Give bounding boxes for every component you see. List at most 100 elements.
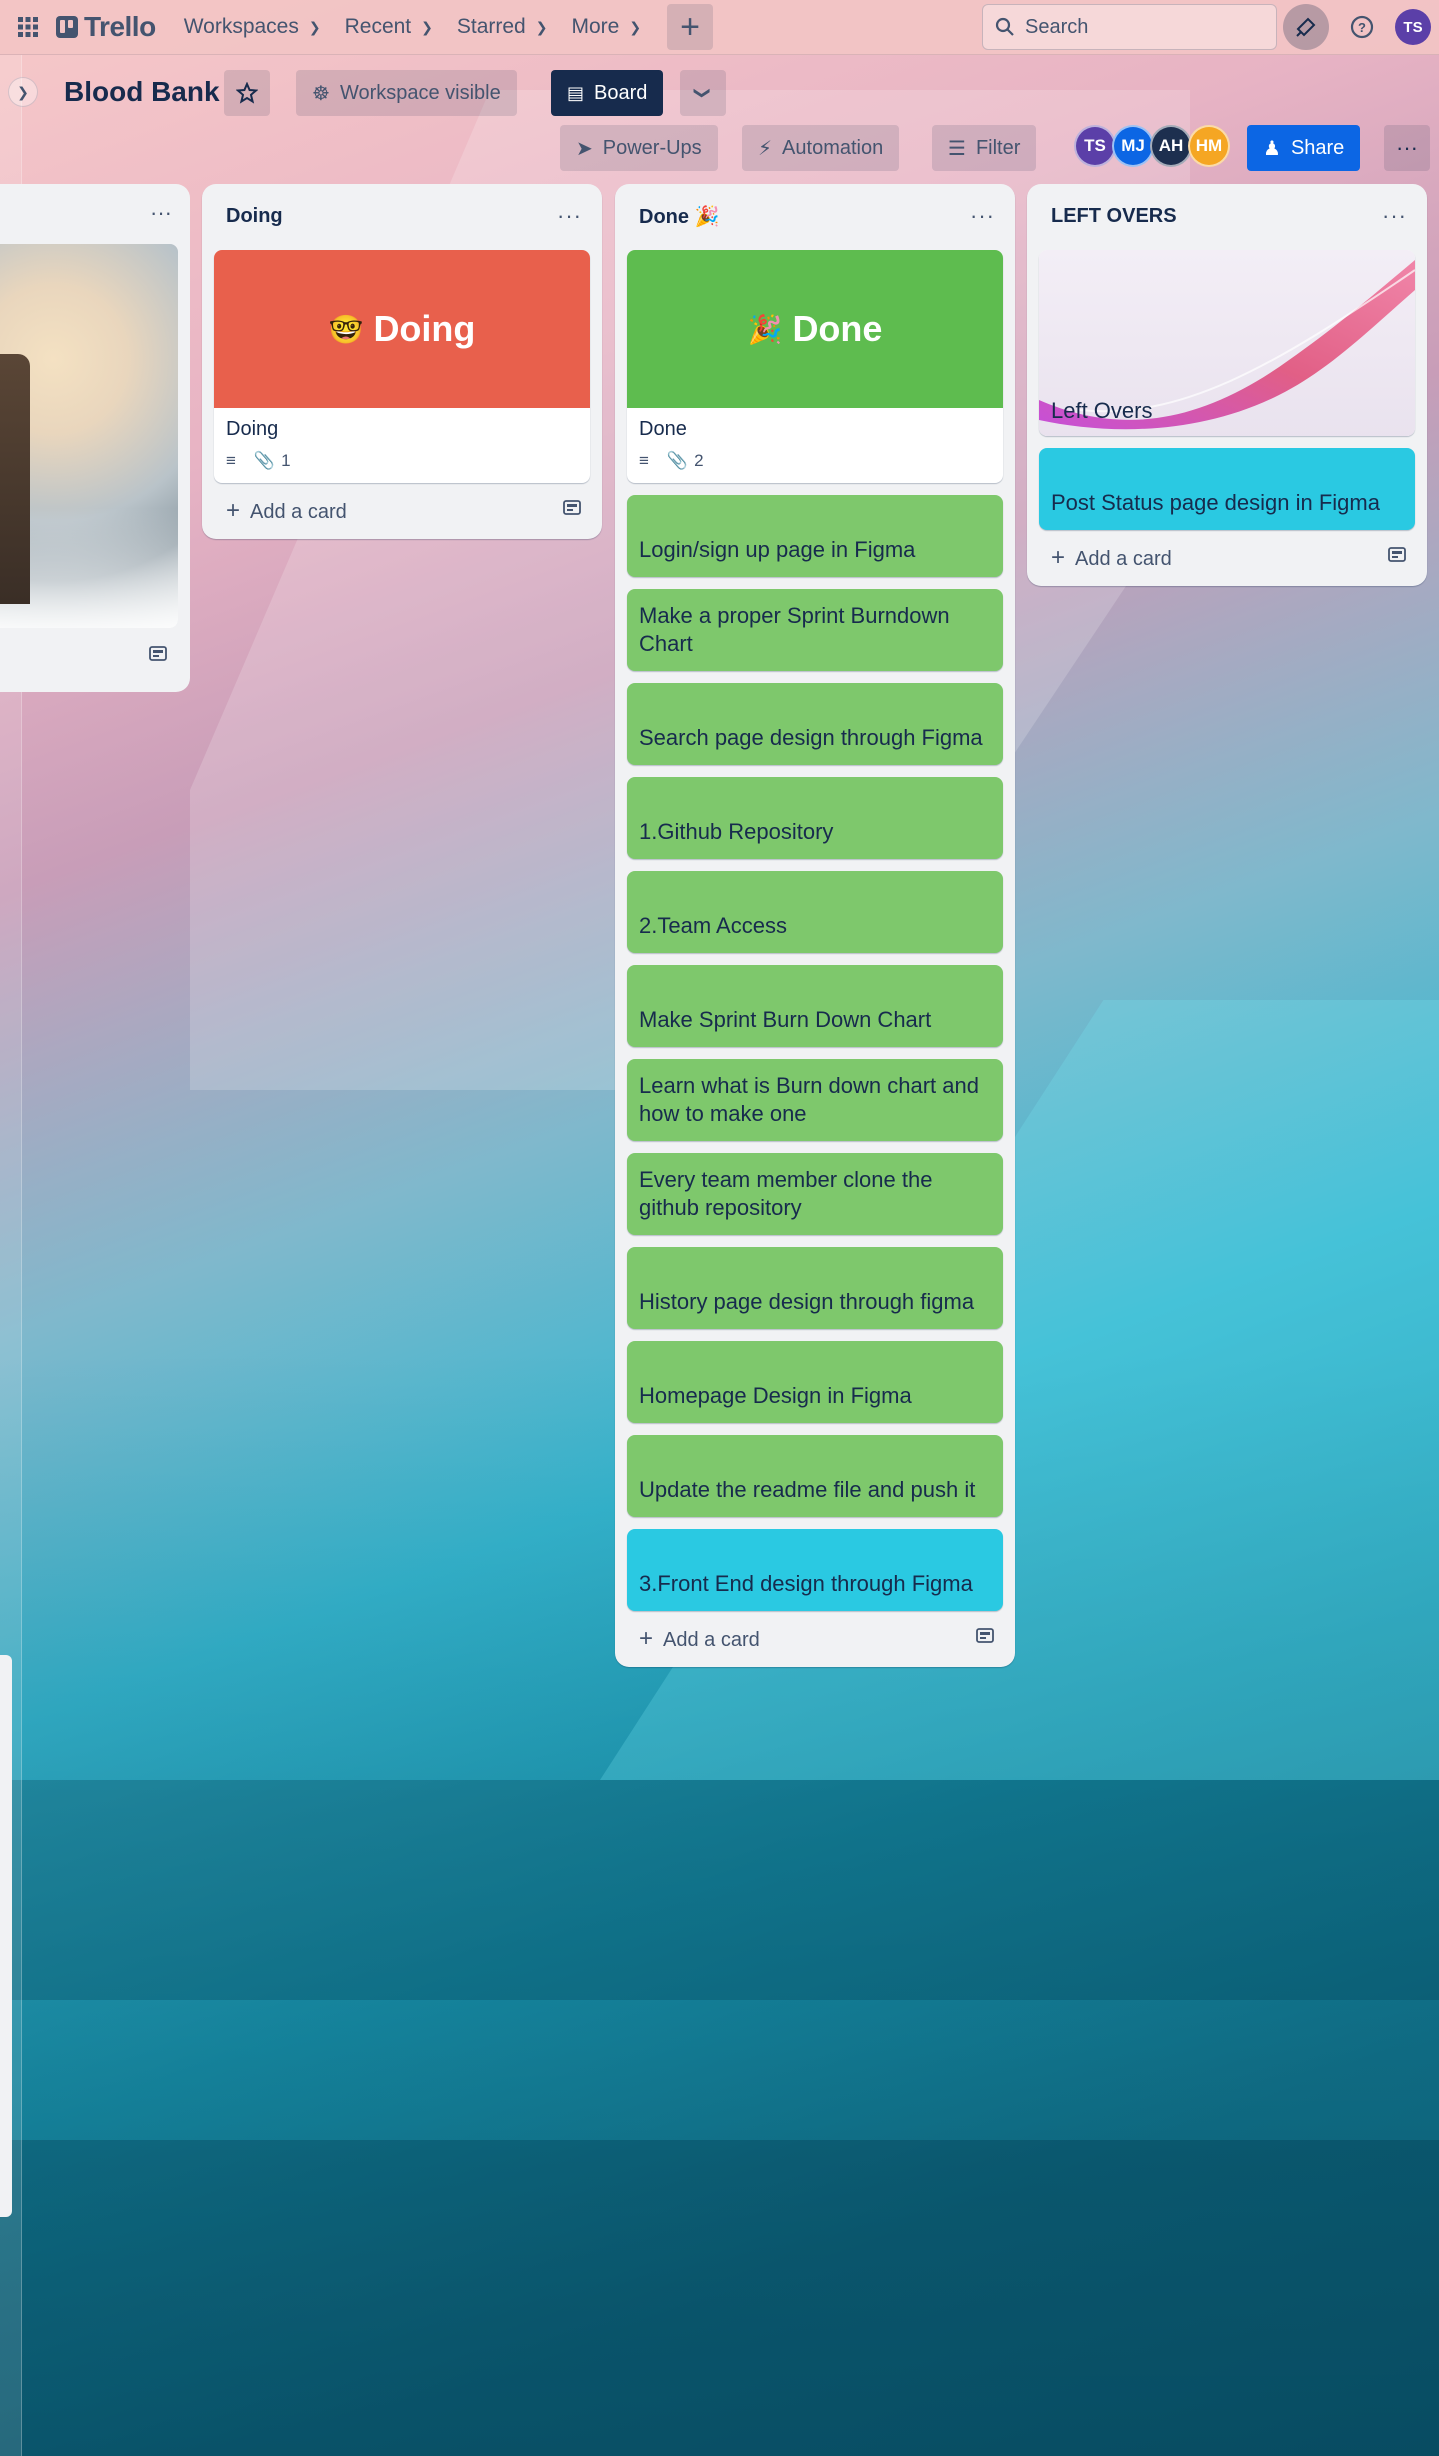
card-title: Update the readme file and push it bbox=[639, 1477, 976, 1503]
list-menu-icon[interactable]: ··· bbox=[150, 200, 172, 226]
create-button[interactable]: + bbox=[667, 4, 714, 50]
filter-label: Filter bbox=[975, 136, 1021, 159]
filter-icon: ☰ bbox=[948, 137, 966, 160]
card[interactable]: Every team member clone the github repos… bbox=[627, 1153, 1003, 1235]
description-icon: ≡ bbox=[639, 451, 649, 470]
chevron-right-icon: ❯ bbox=[17, 83, 29, 100]
list-title[interactable]: Doing bbox=[226, 205, 283, 228]
list-menu-icon[interactable]: ··· bbox=[970, 203, 995, 229]
add-card-button[interactable]: + Add a card bbox=[639, 1625, 760, 1653]
list-header[interactable]: Done 🎉 ··· bbox=[627, 194, 1003, 238]
paperclip-icon: 📎 bbox=[253, 451, 276, 470]
board-icon: ▤ bbox=[567, 82, 585, 103]
app-switcher-icon[interactable] bbox=[12, 11, 44, 43]
card-title: 2.Team Access bbox=[639, 913, 787, 939]
member-avatar[interactable]: AH bbox=[1150, 125, 1192, 167]
card-title: Search page design through Figma bbox=[639, 725, 983, 751]
member-avatar[interactable]: TS bbox=[1074, 125, 1116, 167]
add-card-label: Add a card bbox=[663, 1629, 760, 1651]
board-menu-button[interactable]: ··· bbox=[1384, 125, 1430, 171]
recent-menu[interactable]: Recent ❯ bbox=[333, 7, 445, 47]
view-switcher-button[interactable]: ❯ bbox=[680, 70, 726, 116]
list-header[interactable]: Doing ··· bbox=[214, 194, 590, 238]
background-shape bbox=[0, 1780, 1439, 2000]
member-avatar[interactable]: HM bbox=[1188, 125, 1230, 167]
card[interactable]: Post Status page design in Figma bbox=[1039, 448, 1415, 530]
lightning-icon: ⚡ bbox=[758, 137, 773, 160]
user-avatar[interactable]: TS bbox=[1395, 9, 1431, 45]
card[interactable]: 🎉 Done Done ≡ 📎 2 bbox=[627, 250, 1003, 483]
card-title: Post Status page design in Figma bbox=[1051, 490, 1380, 516]
card-title: Login/sign up page in Figma bbox=[639, 537, 916, 563]
member-avatar[interactable]: MJ bbox=[1112, 125, 1154, 167]
card[interactable]: Search page design through Figma bbox=[627, 683, 1003, 765]
search-icon bbox=[995, 17, 1014, 36]
menu-label: Workspaces bbox=[183, 15, 299, 38]
template-icon[interactable] bbox=[975, 1626, 995, 1652]
star-board-button[interactable] bbox=[224, 70, 270, 116]
list-title[interactable]: Done 🎉 bbox=[639, 204, 719, 229]
list-menu-icon[interactable]: ··· bbox=[1382, 203, 1407, 229]
starred-menu[interactable]: Starred ❯ bbox=[445, 7, 560, 47]
list-partial: ··· bbox=[0, 184, 190, 692]
cover-emoji: 🎉 bbox=[747, 313, 783, 345]
search-input[interactable]: Search bbox=[982, 4, 1277, 50]
visibility-button[interactable]: ☸ Workspace visible bbox=[296, 70, 517, 116]
automation-button[interactable]: ⚡ Automation bbox=[742, 125, 900, 171]
search-placeholder: Search bbox=[1025, 15, 1089, 38]
chevron-down-icon: ❯ bbox=[308, 18, 321, 35]
card[interactable]: 1.Github Repository bbox=[627, 777, 1003, 859]
avatar-initials: HM bbox=[1195, 136, 1223, 155]
card[interactable]: Homepage Design in Figma bbox=[627, 1341, 1003, 1423]
list-doing: Doing ··· 🤓 Doing Doing ≡ 📎 1 + Add a card bbox=[202, 184, 602, 539]
share-button[interactable]: ♟ Share bbox=[1247, 125, 1361, 171]
notifications-button[interactable] bbox=[1283, 4, 1329, 50]
power-ups-button[interactable]: ➤ Power-Ups bbox=[560, 125, 718, 171]
board-title[interactable]: Blood Bank bbox=[64, 76, 220, 108]
cover-text: Done bbox=[792, 308, 883, 349]
board-view-button[interactable]: ▤ Board bbox=[551, 70, 664, 116]
attachment-count: 2 bbox=[694, 451, 704, 470]
add-card-button[interactable]: + Add a card bbox=[226, 497, 347, 525]
workspaces-menu[interactable]: Workspaces ❯ bbox=[172, 7, 333, 47]
chevron-down-icon: ❯ bbox=[629, 18, 642, 35]
person-add-icon: ♟ bbox=[1263, 137, 1281, 160]
list-menu-icon[interactable]: ··· bbox=[557, 203, 582, 229]
card[interactable]: 2.Team Access bbox=[627, 871, 1003, 953]
help-icon: ? bbox=[1350, 15, 1374, 39]
trello-logo-icon bbox=[56, 16, 78, 38]
more-icon: ··· bbox=[1396, 135, 1418, 160]
background-shape bbox=[0, 2140, 1439, 2456]
automation-label: Automation bbox=[782, 136, 884, 159]
plus-icon: + bbox=[639, 1625, 654, 1652]
card[interactable]: Make a proper Sprint Burndown Chart bbox=[627, 589, 1003, 671]
card[interactable]: Update the readme file and push it bbox=[627, 1435, 1003, 1517]
help-button[interactable]: ? bbox=[1339, 4, 1385, 50]
more-menu[interactable]: More ❯ bbox=[559, 7, 653, 47]
filter-button[interactable]: ☰ Filter bbox=[932, 125, 1037, 171]
list-title[interactable]: LEFT OVERS bbox=[1051, 205, 1177, 228]
expand-sidebar-button[interactable]: ❯ bbox=[8, 77, 38, 107]
card[interactable]: Login/sign up page in Figma bbox=[627, 495, 1003, 577]
card-title: Learn what is Burn down chart and how to… bbox=[639, 1072, 979, 1127]
card[interactable]: History page design through figma bbox=[627, 1247, 1003, 1329]
add-card-button[interactable]: + Add a card bbox=[1051, 544, 1172, 572]
list-left-overs: LEFT OVERS ··· Left Overs Post Status pa… bbox=[1027, 184, 1427, 586]
card-cover-image[interactable] bbox=[0, 244, 178, 628]
chevron-down-icon: ❯ bbox=[694, 86, 711, 100]
card[interactable]: 🤓 Doing Doing ≡ 📎 1 bbox=[214, 250, 590, 483]
card[interactable]: 3.Front End design through Figma bbox=[627, 1529, 1003, 1611]
card[interactable]: Make Sprint Burn Down Chart bbox=[627, 965, 1003, 1047]
card[interactable]: Learn what is Burn down chart and how to… bbox=[627, 1059, 1003, 1141]
sidebar-panel-edge bbox=[0, 1655, 12, 2217]
card[interactable]: Left Overs bbox=[1039, 250, 1415, 436]
menu-label: Starred bbox=[456, 15, 526, 38]
trello-logo[interactable]: Trello bbox=[56, 11, 156, 43]
menu-label: Recent bbox=[344, 15, 412, 38]
template-icon[interactable] bbox=[148, 644, 168, 669]
card-title: 3.Front End design through Figma bbox=[639, 1571, 973, 1597]
list-header[interactable]: LEFT OVERS ··· bbox=[1039, 194, 1415, 238]
template-icon[interactable] bbox=[562, 498, 582, 524]
template-icon[interactable] bbox=[1387, 545, 1407, 571]
board-view-label: Board bbox=[594, 81, 648, 104]
